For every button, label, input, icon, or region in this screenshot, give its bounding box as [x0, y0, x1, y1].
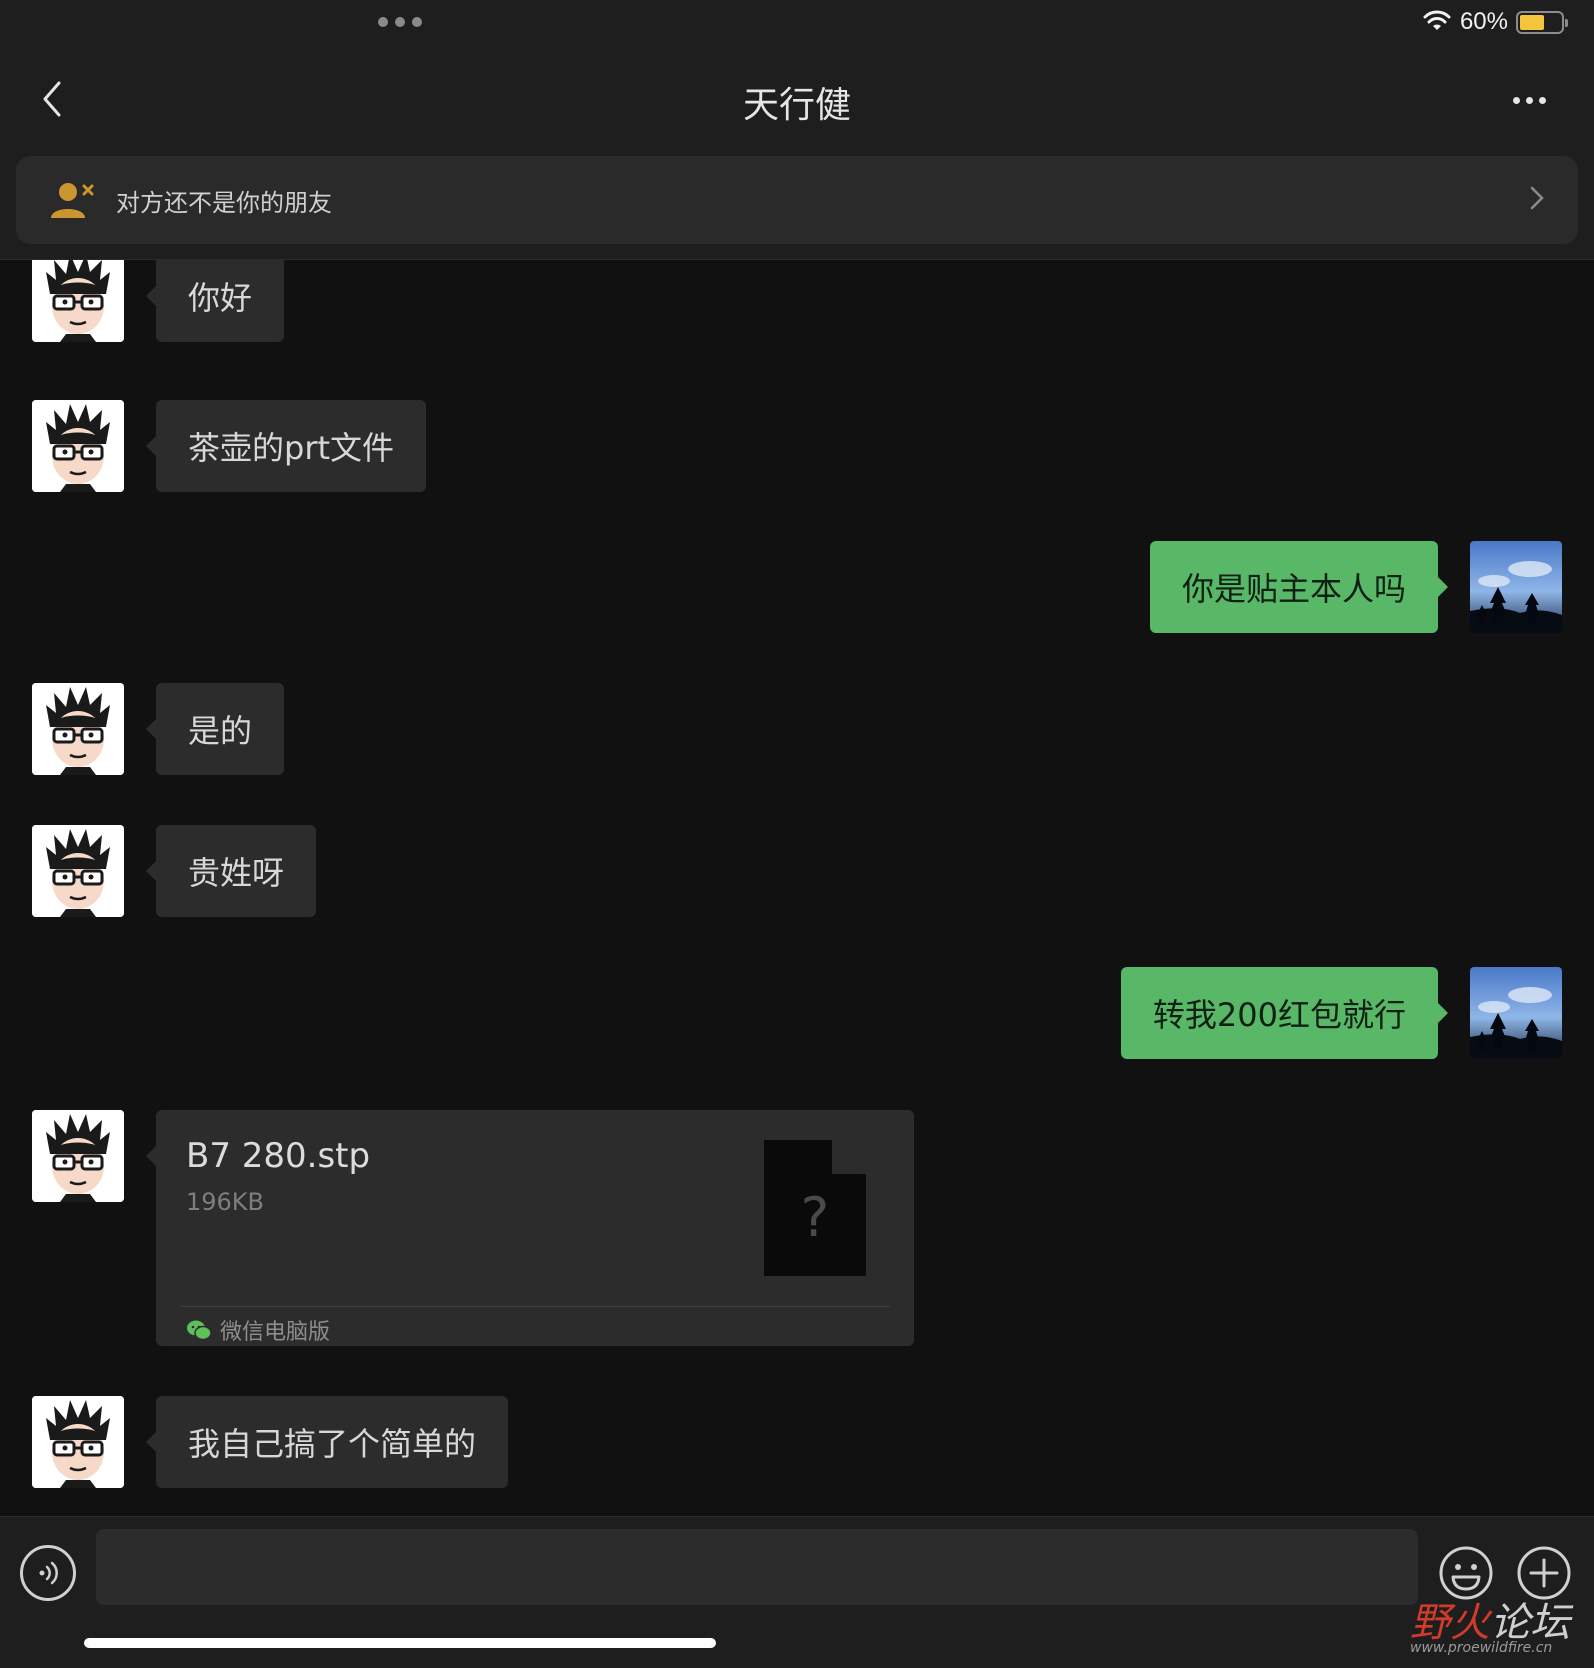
landscape-avatar-icon — [1470, 541, 1562, 633]
not-friend-icon — [51, 183, 94, 218]
banner-area: 对方还不是你的朋友 — [0, 150, 1594, 260]
message-bubble-incoming[interactable]: 茶壶的prt文件 — [145, 400, 427, 492]
contact-avatar[interactable] — [32, 400, 124, 492]
wifi-icon — [1423, 10, 1451, 30]
contact-avatar[interactable] — [32, 683, 124, 775]
cartoon-avatar-icon — [32, 683, 124, 775]
landscape-avatar-icon — [1470, 967, 1562, 1059]
more-icon[interactable] — [1504, 80, 1554, 120]
message-bubble-incoming[interactable]: 贵姓呀 — [145, 825, 317, 917]
nav-bar: 天行健 — [0, 50, 1594, 150]
message-bubble-incoming[interactable]: 你好 — [145, 260, 285, 342]
plus-icon[interactable] — [1516, 1545, 1572, 1601]
message-bubble-incoming[interactable]: 是的 — [145, 683, 285, 775]
chevron-right-icon — [1530, 186, 1544, 210]
status-indicators: 60% — [1422, 8, 1568, 36]
file-source: 微信电脑版 — [186, 1314, 330, 1346]
message-bubble-incoming[interactable]: 我自己搞了个简单的 — [145, 1396, 509, 1488]
cartoon-avatar-icon — [32, 825, 124, 917]
multitasking-dots-icon[interactable] — [378, 17, 422, 27]
cartoon-avatar-icon — [32, 1110, 124, 1202]
battery-percent: 60% — [1459, 8, 1508, 35]
home-indicator[interactable] — [84, 1638, 716, 1648]
file-card-divider — [180, 1306, 890, 1307]
file-message-card[interactable]: B7 280.stp 196KB ? 微信电脑版 — [146, 1110, 914, 1346]
voice-button[interactable] — [20, 1545, 76, 1601]
contact-avatar[interactable] — [32, 1396, 124, 1488]
my-avatar[interactable] — [1470, 541, 1562, 633]
message-input[interactable] — [96, 1529, 1418, 1605]
cartoon-avatar-icon — [32, 400, 124, 492]
contact-avatar[interactable] — [32, 260, 124, 342]
banner-text: 对方还不是你的朋友 — [116, 188, 332, 217]
file-name: B7 280.stp — [186, 1136, 371, 1176]
file-icon-glyph: ? — [801, 1186, 830, 1249]
contact-avatar[interactable] — [32, 825, 124, 917]
status-bar: 60% — [0, 0, 1594, 50]
wechat-icon — [187, 1320, 212, 1341]
unknown-file-icon: ? — [764, 1140, 866, 1276]
chat-area[interactable]: 你好 茶壶的prt文件 你是贴主本人吗 是的 贵姓呀 转我200红包就行 B7 … — [0, 260, 1594, 1516]
emoji-icon[interactable] — [1438, 1545, 1494, 1601]
voice-icon — [39, 1561, 58, 1585]
file-source-label: 微信电脑版 — [220, 1320, 331, 1345]
cartoon-avatar-icon — [32, 260, 124, 342]
message-bubble-outgoing[interactable]: 转我200红包就行 — [1120, 967, 1449, 1059]
not-friend-banner[interactable]: 对方还不是你的朋友 — [16, 156, 1578, 244]
message-bubble-outgoing[interactable]: 你是贴主本人吗 — [1149, 541, 1449, 633]
battery-icon — [1516, 10, 1568, 34]
cartoon-avatar-icon — [32, 1396, 124, 1488]
chat-title: 天行健 — [742, 85, 851, 126]
file-size: 196KB — [186, 1188, 265, 1216]
contact-avatar[interactable] — [32, 1110, 124, 1202]
my-avatar[interactable] — [1470, 967, 1562, 1059]
